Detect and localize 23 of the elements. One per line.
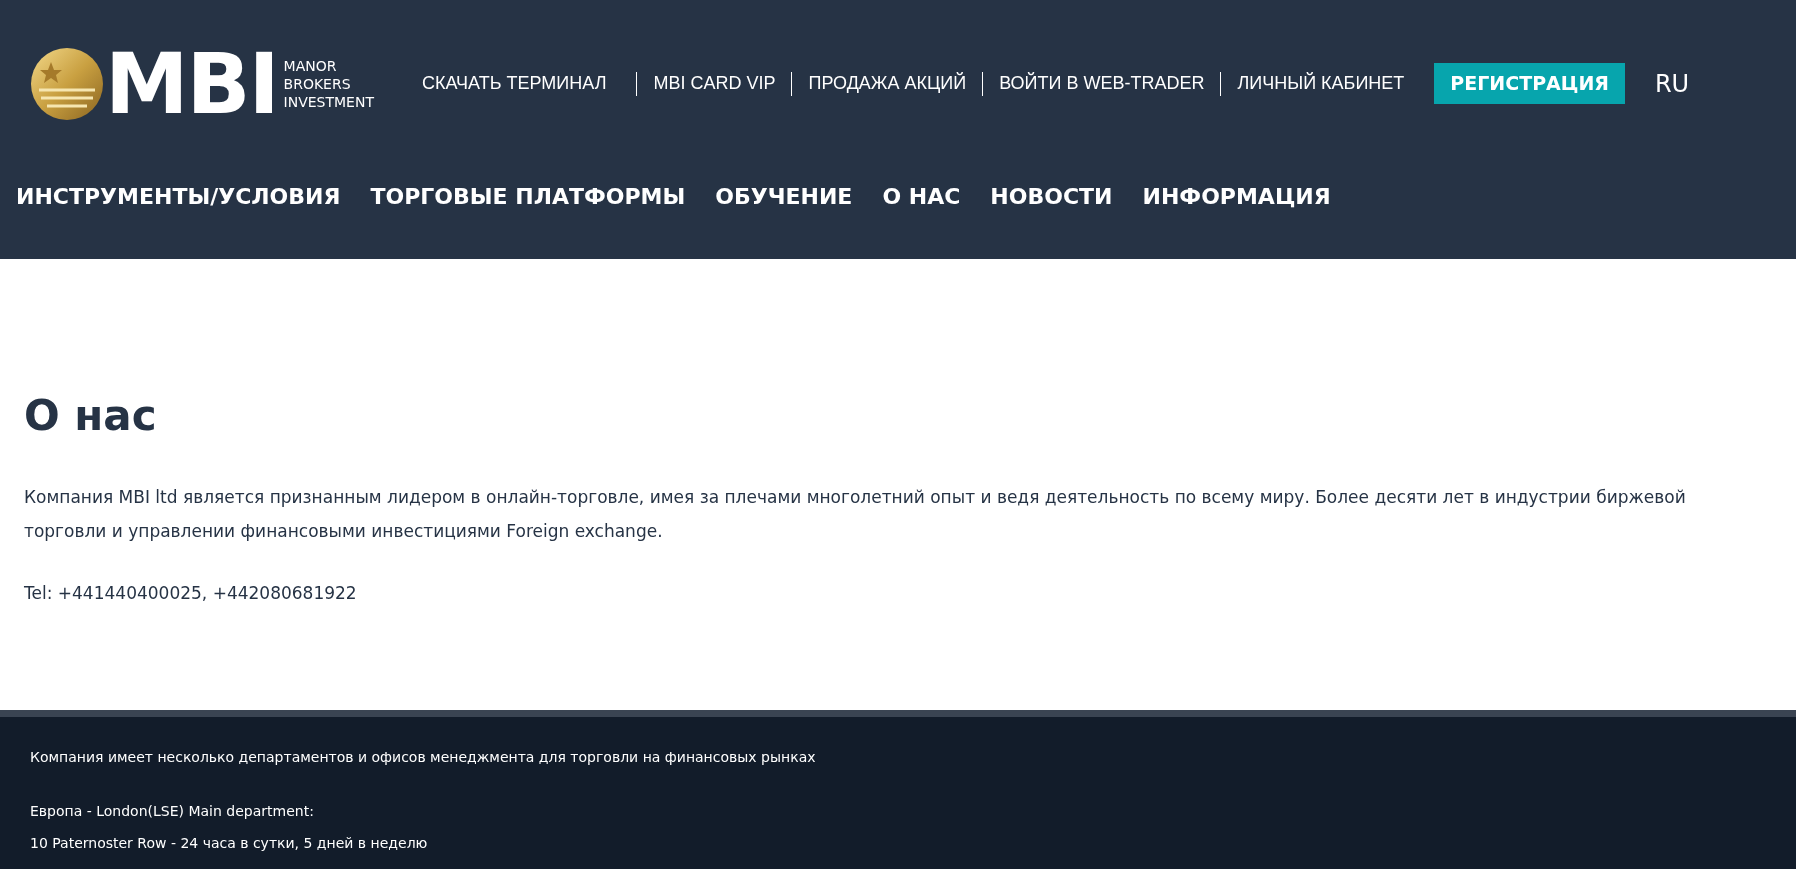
nav-link[interactable]: СКАЧАТЬ ТЕРМИНАЛ xyxy=(422,70,607,97)
footer-text: Европа - London(LSE) Main department: xyxy=(30,802,315,821)
nav-link[interactable]: ПРОДАЖА АКЦИЙ xyxy=(808,70,967,97)
menu-item[interactable]: ИНСТРУМЕНТЫ/УСЛОВИЯ xyxy=(16,180,341,213)
logo-tagline: MANOR xyxy=(283,56,338,75)
logo-tagline: INVESTMENT xyxy=(283,92,374,111)
menu-item[interactable]: О НАС xyxy=(882,180,961,213)
page-title: О нас xyxy=(24,395,158,437)
nav-link[interactable]: MBI CARD VIP xyxy=(653,70,776,97)
menu-item[interactable]: ТОРГОВЫЕ ПЛАТФОРМЫ xyxy=(370,180,686,213)
menu-item[interactable]: ИНФОРМАЦИЯ xyxy=(1142,180,1331,213)
logo-tagline: BROKERS xyxy=(283,74,352,93)
logo-wordmark: MBI xyxy=(105,41,278,126)
language-link[interactable]: RU xyxy=(1654,65,1690,102)
menu-item[interactable]: ОБУЧЕНИЕ xyxy=(715,180,853,213)
logo-emblem-icon xyxy=(31,47,103,120)
nav-link[interactable]: ЛИЧНЫЙ КАБИНЕТ xyxy=(1237,70,1405,97)
nav-link[interactable]: ВОЙТИ В WEB-TRADER xyxy=(999,70,1205,97)
body-text: Компания MBI ltd является признанным лидером в онлайн-торговле, имея за плечами многолетний опыт и ведя деятельность по всему миру. Более десяти лет в индустрии биржевой торговли и управлении финансовыми инвестициями Foreign exchange. xyxy=(24,486,1687,543)
menu-item[interactable]: НОВОСТИ xyxy=(990,180,1113,213)
footer-text: 10 Paternoster Row - 24 часа в сутки, 5 дней в неделю xyxy=(30,834,429,853)
body-text: Tel: +441440400025, +442080681922 xyxy=(24,582,358,605)
footer-text: Компания имеет несколько департаментов и офисов менеджмента для торговли на финансовых рынках xyxy=(30,748,817,767)
